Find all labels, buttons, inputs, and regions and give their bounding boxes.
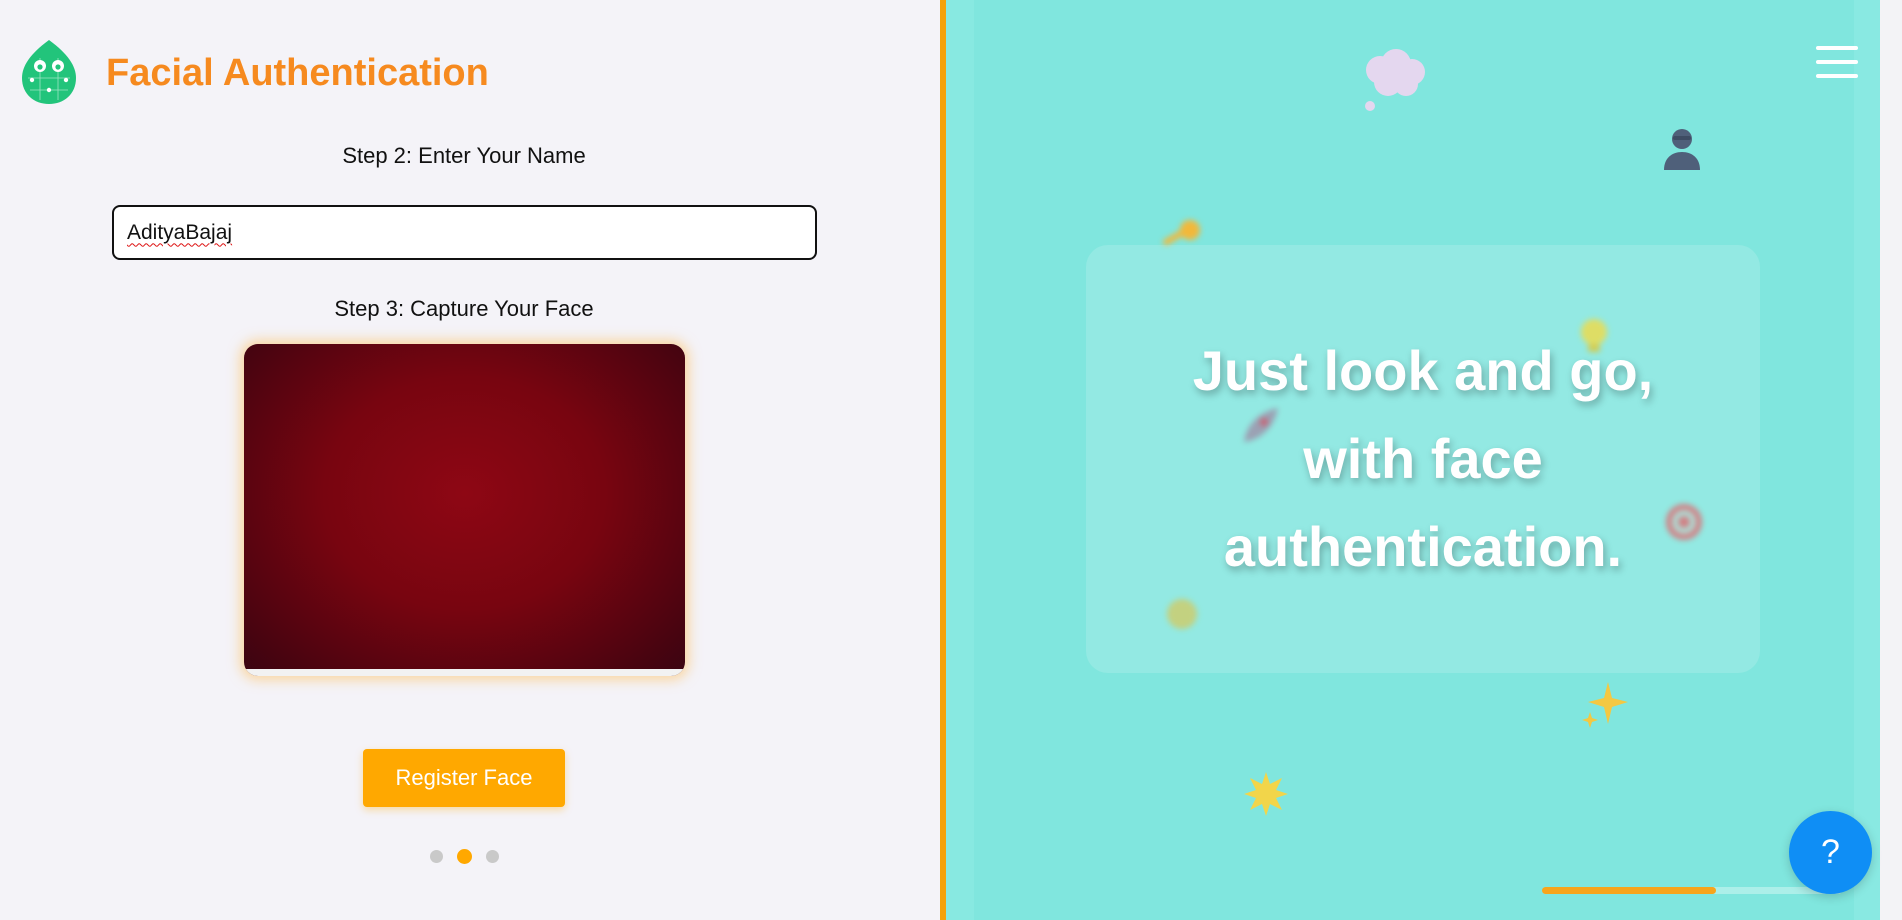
camera-preview	[244, 344, 685, 676]
hamburger-menu-icon[interactable]	[1816, 46, 1858, 78]
pagination-dot[interactable]	[486, 850, 499, 863]
hero-edge-right	[1854, 0, 1880, 920]
name-input[interactable]: AdityaBajaj	[112, 205, 817, 260]
hero-edge-left	[946, 0, 974, 920]
star-burst-icon	[1244, 772, 1288, 816]
step-pagination	[430, 849, 499, 864]
pagination-dot-active[interactable]	[457, 849, 472, 864]
name-input-value: AdityaBajaj	[127, 220, 233, 244]
help-button[interactable]: ?	[1789, 811, 1872, 894]
brand-header: Facial Authentication	[20, 38, 489, 108]
pagination-dot[interactable]	[430, 850, 443, 863]
app-title: Facial Authentication	[106, 51, 489, 94]
user-silhouette-icon	[1664, 129, 1700, 170]
thought-cloud-icon	[1365, 49, 1425, 111]
hero-panel: Just look and go, with face authenticati…	[946, 0, 1902, 920]
slide-progress-fill	[1542, 887, 1716, 894]
hero-edge-strip	[1880, 0, 1902, 920]
face-scan-logo-icon	[22, 40, 76, 104]
sparkle-icon	[1582, 682, 1628, 728]
hero-tagline: Just look and go, with face authenticati…	[1192, 339, 1654, 578]
slide-progress-bar	[1542, 887, 1842, 894]
tagline-card: Just look and go, with face authenticati…	[1086, 245, 1760, 673]
face-step-label: Step 3: Capture Your Face	[334, 296, 594, 321]
name-step-label: Step 2: Enter Your Name	[342, 143, 586, 168]
registration-panel: Facial Authentication Step 2: Enter Your…	[0, 0, 940, 920]
register-face-button[interactable]: Register Face	[363, 749, 565, 807]
